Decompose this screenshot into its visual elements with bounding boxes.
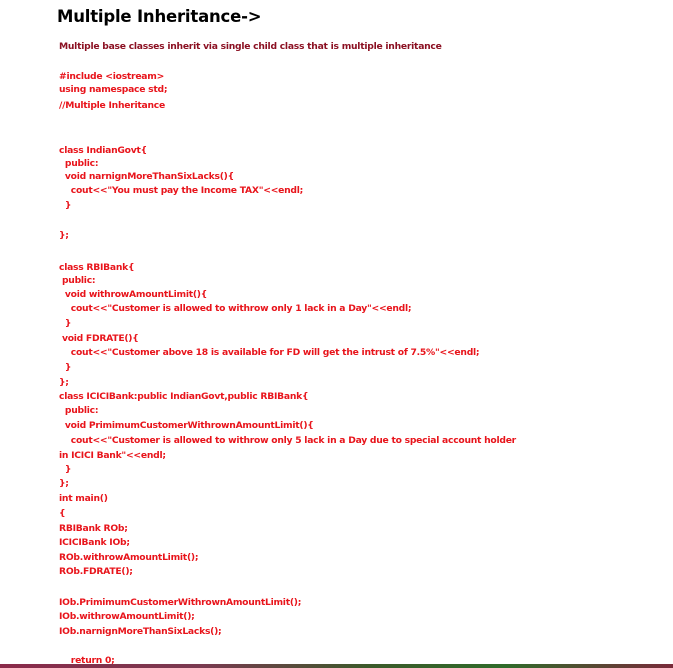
code-line: class ICICIBank:public IndianGovt,public…: [59, 391, 309, 402]
code-line: IOb.withrowAmountLimit();: [59, 611, 195, 622]
code-line: }: [59, 200, 72, 211]
code-line: ROb.withrowAmountLimit();: [59, 552, 199, 563]
code-line: void withrowAmountLimit(){: [59, 289, 208, 300]
code-line: RBIBank ROb;: [59, 523, 128, 534]
code-line: ROb.FDRATE();: [59, 566, 133, 577]
code-line: in ICICI Bank"<<endl;: [59, 450, 166, 461]
code-line: cout<<"Customer is allowed to withrow on…: [59, 435, 516, 446]
code-line: #include <iostream>: [59, 71, 165, 82]
code-line: void PrimimumCustomerWithrownAmountLimit…: [59, 420, 314, 431]
code-line: public:: [59, 405, 99, 416]
code-line: void narnignMoreThanSixLacks(){: [59, 171, 234, 182]
code-line: };: [59, 478, 69, 489]
code-line: //Multiple Inheritance: [59, 100, 165, 111]
description-text: Multiple base classes inherit via single…: [59, 41, 442, 52]
code-line: }: [59, 362, 72, 373]
code-line: cout<<"Customer is allowed to withrow on…: [59, 303, 412, 314]
page-title: Multiple Inheritance->: [57, 7, 262, 26]
code-line: cout<<"You must pay the Income TAX"<<end…: [59, 185, 304, 196]
code-line: {: [59, 508, 66, 519]
code-line: };: [59, 230, 69, 241]
document-page: Multiple Inheritance-> Multiple base cla…: [0, 0, 673, 668]
code-line: }: [59, 318, 72, 329]
code-line: public:: [59, 275, 96, 286]
code-line: }: [59, 464, 72, 475]
code-line: ICICIBank IOb;: [59, 537, 130, 548]
code-line: class RBIBank{: [59, 262, 135, 273]
code-line: class IndianGovt{: [59, 145, 147, 156]
code-line: using namespace std;: [59, 84, 168, 95]
code-line: };: [59, 377, 69, 388]
code-line: IOb.narnignMoreThanSixLacks();: [59, 626, 222, 637]
code-line: IOb.PrimimumCustomerWithrownAmountLimit(…: [59, 597, 302, 608]
code-line: void FDRATE(){: [59, 333, 139, 344]
code-line: cout<<"Customer above 18 is available fo…: [59, 347, 480, 358]
code-line: public:: [59, 158, 99, 169]
code-line: int main(): [59, 493, 108, 504]
bottom-divider: [0, 664, 673, 668]
